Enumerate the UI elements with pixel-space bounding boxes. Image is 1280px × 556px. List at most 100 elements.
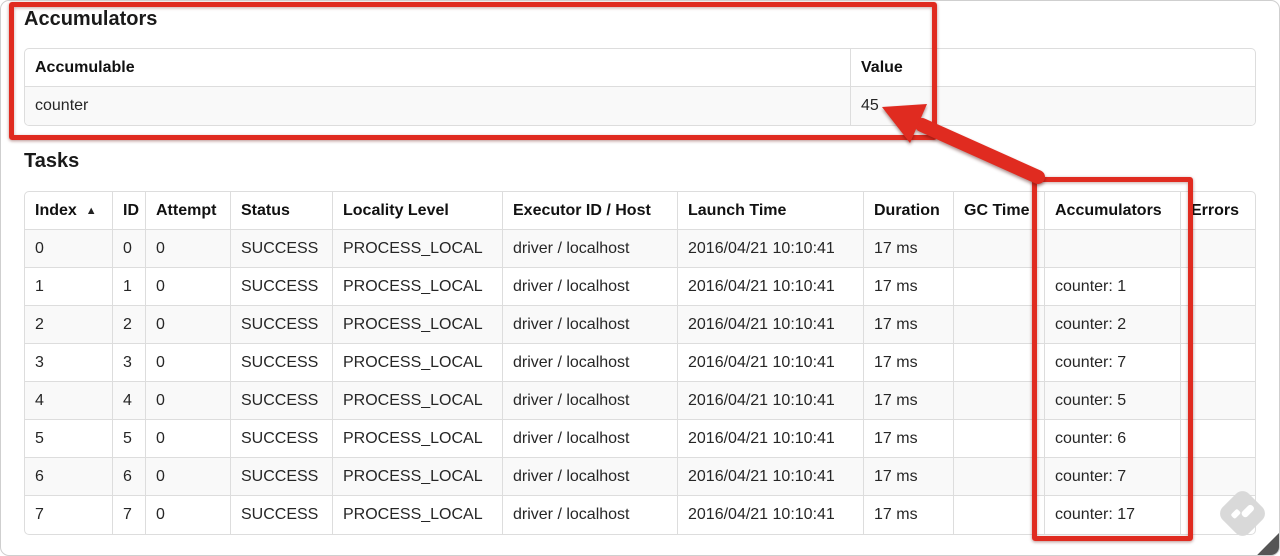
cell-gc-time (954, 306, 1045, 344)
cell-attempt: 0 (146, 306, 231, 344)
cell-status: SUCCESS (231, 306, 333, 344)
col-header-attempt[interactable]: Attempt (146, 192, 231, 230)
task-row: 6 6 0 SUCCESS PROCESS_LOCAL driver / loc… (25, 458, 1255, 496)
cell-id: 5 (113, 420, 146, 458)
cell-index: 2 (25, 306, 113, 344)
cell-attempt: 0 (146, 268, 231, 306)
cell-gc-time (954, 496, 1045, 534)
col-header-index-label: Index (35, 201, 77, 219)
cell-attempt: 0 (146, 496, 231, 534)
cell-id: 2 (113, 306, 146, 344)
cell-executor-host: driver / localhost (503, 230, 678, 268)
accumulators-heading: Accumulators (24, 8, 158, 30)
cell-launch-time: 2016/04/21 10:10:41 (678, 496, 864, 534)
sort-ascending-icon: ▲ (85, 204, 97, 217)
cell-attempt: 0 (146, 458, 231, 496)
cell-executor-host: driver / localhost (503, 344, 678, 382)
cell-index: 1 (25, 268, 113, 306)
cell-locality-level: PROCESS_LOCAL (333, 268, 503, 306)
cell-executor-host: driver / localhost (503, 268, 678, 306)
cell-errors (1181, 306, 1255, 344)
task-row: 0 0 0 SUCCESS PROCESS_LOCAL driver / loc… (25, 230, 1255, 268)
cell-id: 0 (113, 230, 146, 268)
cell-errors (1181, 344, 1255, 382)
cell-status: SUCCESS (231, 344, 333, 382)
accumulable-row: counter 45 (25, 87, 1255, 125)
col-header-errors[interactable]: Errors (1181, 192, 1255, 230)
cell-index: 7 (25, 496, 113, 534)
cell-locality-level: PROCESS_LOCAL (333, 230, 503, 268)
cell-locality-level: PROCESS_LOCAL (333, 420, 503, 458)
col-header-launch-time[interactable]: Launch Time (678, 192, 864, 230)
cell-locality-level: PROCESS_LOCAL (333, 344, 503, 382)
cell-index: 4 (25, 382, 113, 420)
col-header-index[interactable]: Index ▲ (25, 192, 113, 230)
cell-index: 5 (25, 420, 113, 458)
cell-accumulable-name: counter (25, 87, 851, 125)
cell-executor-host: driver / localhost (503, 382, 678, 420)
cell-attempt: 0 (146, 344, 231, 382)
col-header-executor-host[interactable]: Executor ID / Host (503, 192, 678, 230)
cell-errors (1181, 382, 1255, 420)
cell-launch-time: 2016/04/21 10:10:41 (678, 420, 864, 458)
cell-status: SUCCESS (231, 230, 333, 268)
cell-attempt: 0 (146, 230, 231, 268)
cell-locality-level: PROCESS_LOCAL (333, 382, 503, 420)
cell-launch-time: 2016/04/21 10:10:41 (678, 268, 864, 306)
cell-attempt: 0 (146, 382, 231, 420)
col-header-duration[interactable]: Duration (864, 192, 954, 230)
task-row: 7 7 0 SUCCESS PROCESS_LOCAL driver / loc… (25, 496, 1255, 534)
cell-accumulable-value: 45 (851, 87, 1255, 125)
col-header-accumulators[interactable]: Accumulators (1045, 192, 1181, 230)
feedly-watermark-stripe (1240, 503, 1256, 519)
col-header-gc-time[interactable]: GC Time (954, 192, 1045, 230)
cell-index: 6 (25, 458, 113, 496)
cell-launch-time: 2016/04/21 10:10:41 (678, 306, 864, 344)
col-header-id[interactable]: ID (113, 192, 146, 230)
cell-id: 6 (113, 458, 146, 496)
cell-duration: 17 ms (864, 306, 954, 344)
accumulable-header-row: Accumulable Value (25, 49, 1255, 87)
cell-status: SUCCESS (231, 268, 333, 306)
col-header-locality-level[interactable]: Locality Level (333, 192, 503, 230)
tasks-table: Index ▲ ID Attempt Status Locality Level … (24, 191, 1256, 535)
cell-accumulators (1045, 230, 1181, 268)
cell-accumulators: counter: 5 (1045, 382, 1181, 420)
cell-executor-host: driver / localhost (503, 420, 678, 458)
cell-executor-host: driver / localhost (503, 458, 678, 496)
col-header-status[interactable]: Status (231, 192, 333, 230)
cell-status: SUCCESS (231, 382, 333, 420)
cell-accumulators: counter: 17 (1045, 496, 1181, 534)
cell-duration: 17 ms (864, 458, 954, 496)
cell-launch-time: 2016/04/21 10:10:41 (678, 458, 864, 496)
cell-errors (1181, 420, 1255, 458)
cell-status: SUCCESS (231, 496, 333, 534)
cell-duration: 17 ms (864, 382, 954, 420)
cell-status: SUCCESS (231, 420, 333, 458)
cell-gc-time (954, 230, 1045, 268)
cell-gc-time (954, 344, 1045, 382)
task-row: 2 2 0 SUCCESS PROCESS_LOCAL driver / loc… (25, 306, 1255, 344)
cell-gc-time (954, 458, 1045, 496)
cell-locality-level: PROCESS_LOCAL (333, 306, 503, 344)
task-row: 4 4 0 SUCCESS PROCESS_LOCAL driver / loc… (25, 382, 1255, 420)
cell-gc-time (954, 268, 1045, 306)
cell-launch-time: 2016/04/21 10:10:41 (678, 382, 864, 420)
col-header-value: Value (851, 49, 1255, 87)
accumulable-table: Accumulable Value counter 45 (24, 48, 1256, 126)
cell-accumulators: counter: 7 (1045, 458, 1181, 496)
task-row: 5 5 0 SUCCESS PROCESS_LOCAL driver / loc… (25, 420, 1255, 458)
cell-locality-level: PROCESS_LOCAL (333, 458, 503, 496)
cell-accumulators: counter: 1 (1045, 268, 1181, 306)
cell-launch-time: 2016/04/21 10:10:41 (678, 230, 864, 268)
cell-executor-host: driver / localhost (503, 306, 678, 344)
cell-accumulators: counter: 6 (1045, 420, 1181, 458)
cell-accumulators: counter: 7 (1045, 344, 1181, 382)
cell-attempt: 0 (146, 420, 231, 458)
cell-errors (1181, 230, 1255, 268)
cell-launch-time: 2016/04/21 10:10:41 (678, 344, 864, 382)
cell-duration: 17 ms (864, 496, 954, 534)
spark-ui-page: Accumulators Accumulable Value counter 4… (0, 0, 1280, 556)
cell-duration: 17 ms (864, 230, 954, 268)
tasks-header-row: Index ▲ ID Attempt Status Locality Level … (25, 192, 1255, 230)
